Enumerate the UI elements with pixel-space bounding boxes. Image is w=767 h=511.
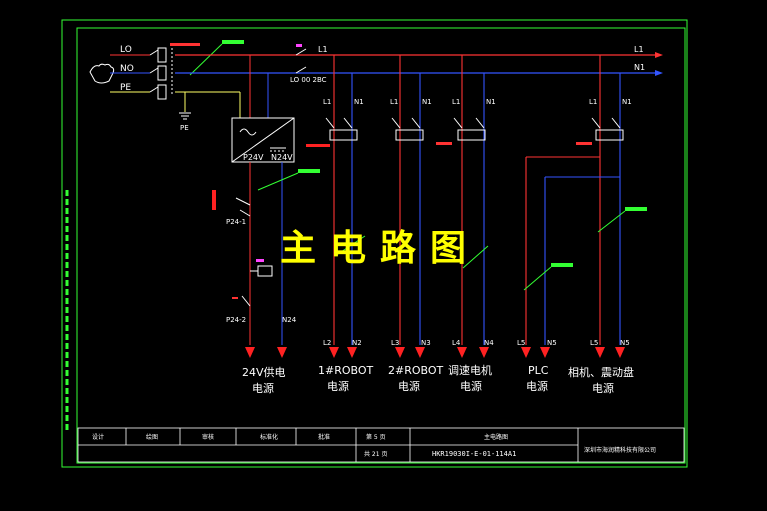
branch-top-labels: L1 N1 L1 N1 L1 N1 L1 N1 xyxy=(323,98,632,106)
branch-2-top-l: L1 xyxy=(390,98,398,106)
bus-l1-arrow xyxy=(655,52,663,58)
dest-motor-line2: 电源 xyxy=(460,379,482,393)
bus-switch xyxy=(295,48,307,74)
p24-leader xyxy=(257,172,299,191)
dest-robot1-line1: 1#ROBOT xyxy=(318,364,374,377)
qf1-red-tag xyxy=(170,43,200,46)
dest-robot1-line2: 电源 xyxy=(327,379,349,393)
branch-2-top-n: N1 xyxy=(422,98,432,106)
leader-camera xyxy=(597,210,626,233)
dest-camera-line2: 电源 xyxy=(592,381,614,395)
qf1-green-tag xyxy=(222,40,244,44)
bottom-l5-plc: L5 xyxy=(517,339,525,347)
tb-designer: 设计 xyxy=(92,433,104,441)
p24-2-label: P24-2 xyxy=(226,316,246,324)
main-breaker-qf1 xyxy=(149,44,173,100)
bottom-l2: L2 xyxy=(323,339,331,347)
branch-1-top-n: N1 xyxy=(354,98,364,106)
bus-switch-tag xyxy=(296,44,302,47)
power-plug-icon xyxy=(89,63,115,84)
branch-breaker-2 xyxy=(391,117,424,141)
dest-plc-line2: 电源 xyxy=(526,379,548,393)
tb-total: 共 21 页 xyxy=(364,450,387,458)
branch-breaker-3 xyxy=(453,117,486,141)
bottom-n4: N4 xyxy=(484,339,494,347)
psu-p24v-label: P24V xyxy=(243,153,264,162)
psu-n24v-label: N24V xyxy=(271,153,293,162)
p24-1-switch xyxy=(235,197,251,217)
dest-camera-line1: 相机、震动盘 xyxy=(568,365,634,379)
tb-drawing-name: 主电路图 xyxy=(484,433,508,441)
p24-1-label: P24-1 xyxy=(226,218,246,226)
bottom-n3: N3 xyxy=(421,339,431,347)
dest-plc-line1: PLC xyxy=(528,364,549,377)
leader-plc xyxy=(523,266,552,291)
p24-1-red-tag xyxy=(212,190,216,210)
tb-standard: 标准化 xyxy=(260,433,278,441)
dest-robot2-line1: 2#ROBOT xyxy=(388,364,444,377)
branch-breaker-4 xyxy=(591,117,624,141)
p24-2-red-tag xyxy=(232,297,238,299)
bottom-l4: L4 xyxy=(452,339,461,347)
tb-checked: 审核 xyxy=(202,433,214,441)
bus-n1-arrow xyxy=(655,70,663,76)
leader-tag-camera xyxy=(625,207,647,211)
relay-magenta-tag xyxy=(256,259,264,262)
branch-feeders xyxy=(333,55,621,345)
tb-approved: 批准 xyxy=(318,433,330,441)
n24-label: N24 xyxy=(282,316,297,324)
branch-breaker-2-tag xyxy=(436,142,452,145)
dest-motor-line1: 调速电机 xyxy=(448,363,492,377)
pe-ground-label: PE xyxy=(180,124,189,132)
bottom-n5-plc: N5 xyxy=(547,339,557,347)
tb-drawn: 绘图 xyxy=(146,433,158,441)
ground-icon xyxy=(179,112,191,120)
bus-l1-top-label: L1 xyxy=(318,45,328,54)
bus-l1-right-label: L1 xyxy=(634,45,644,54)
branch-4-top-n: N1 xyxy=(622,98,632,106)
qf1-leader xyxy=(189,43,223,76)
branch-1-top-l: L1 xyxy=(323,98,331,106)
p24-2-switch xyxy=(241,295,251,307)
p24-green-tag xyxy=(298,169,320,173)
branch-bottom-labels: L2 N2 L3 N3 L4 N4 L5 N5 L5 N5 xyxy=(323,339,630,347)
leader-tag-plc xyxy=(551,263,573,267)
dest-24v-line1: 24V供电 xyxy=(242,365,286,379)
branch-breaker-1-tag xyxy=(306,144,330,147)
relay-coil xyxy=(250,265,273,277)
input-l0-label: LO xyxy=(120,45,132,55)
bottom-n5-cam: N5 xyxy=(620,339,630,347)
drawing-title: 主电路图 xyxy=(280,227,480,269)
bottom-l5-cam: L5 xyxy=(590,339,598,347)
dest-24v-line2: 电源 xyxy=(252,381,274,395)
bus-n1-right-label: N1 xyxy=(634,63,645,72)
bus-switch-code: LO 00 2BC xyxy=(290,76,327,84)
output-arrows xyxy=(245,347,625,358)
bottom-n2: N2 xyxy=(352,339,362,347)
tb-company: 深圳市海润精科技有限公司 xyxy=(584,446,656,454)
dest-robot2-line2: 电源 xyxy=(398,379,420,393)
bottom-l3: L3 xyxy=(391,339,399,347)
schematic-canvas: LO NO PE PE L1 N1 L1 LO 00 2BC P24V N24V… xyxy=(61,19,688,468)
tb-drawing-code: HKR19030I-E-01-114A1 xyxy=(432,450,516,458)
branch-3-top-l: L1 xyxy=(452,98,460,106)
branch-4-top-l: L1 xyxy=(589,98,597,106)
branch-breaker-4-tag xyxy=(576,142,592,145)
tb-sheet: 第 5 页 xyxy=(366,433,386,441)
branch-3-top-n: N1 xyxy=(486,98,496,106)
